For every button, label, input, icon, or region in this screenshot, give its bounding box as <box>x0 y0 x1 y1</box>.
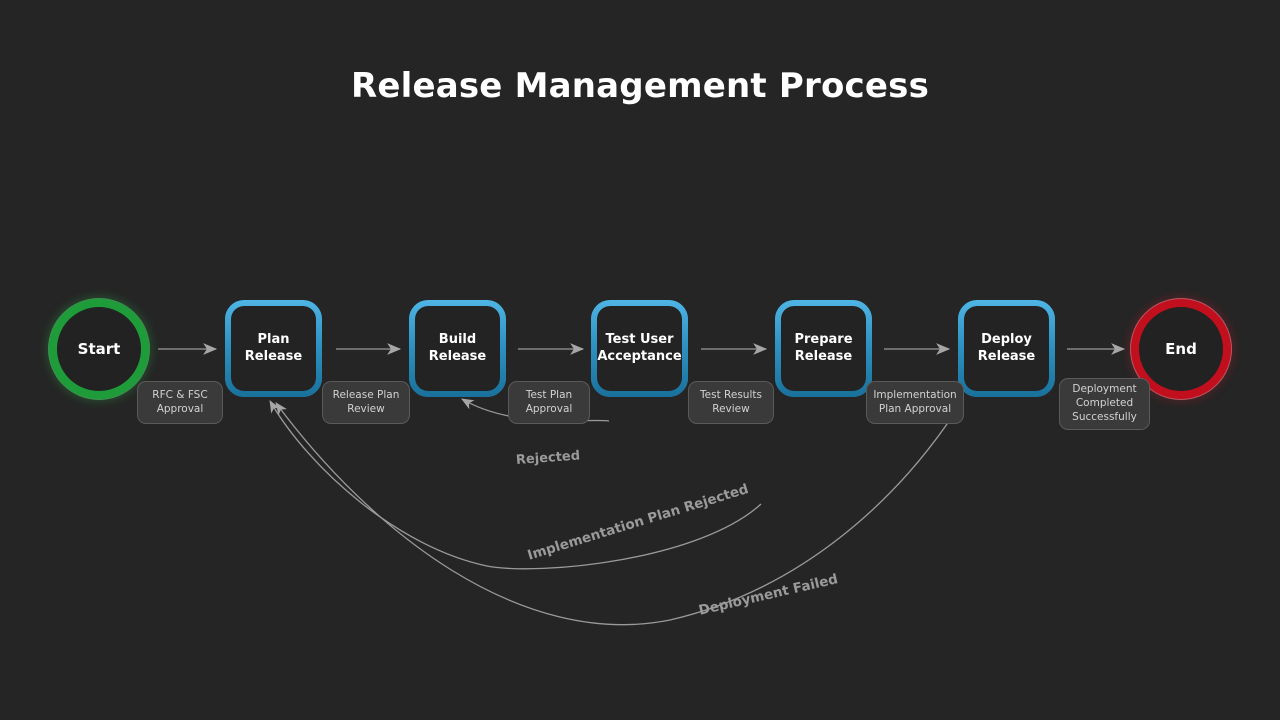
edge-label-test-results-review: Test Results Review <box>688 381 774 424</box>
chip-rfc-line2: Approval <box>156 402 204 415</box>
node-prepare-release[interactable]: Prepare Release <box>775 300 872 397</box>
curve-label-rejected: Rejected <box>515 448 581 468</box>
chip-deployok-line2: Completed <box>1075 397 1134 410</box>
node-build-release-line2: Release <box>428 348 487 364</box>
edge-label-release-plan-review-text: Release Plan Review <box>333 389 400 417</box>
end-node-label: End <box>1165 340 1197 358</box>
edge-deployment-failed <box>275 399 964 626</box>
edge-label-implementation-plan-approval: Implementation Plan Approval <box>866 381 964 424</box>
chip-testres-line2: Review <box>712 402 750 415</box>
edge-label-test-plan-approval: Test Plan Approval <box>508 381 590 424</box>
node-test-user-acceptance[interactable]: Test User Acceptance <box>591 300 688 397</box>
node-deploy-line2: Release <box>977 348 1036 364</box>
chip-rfc-line1: RFC & FSC <box>152 388 208 401</box>
edge-label-release-plan-review: Release Plan Review <box>322 381 410 424</box>
start-node-label: Start <box>77 340 121 358</box>
chip-implplan-line1: Implementation <box>873 388 957 401</box>
edge-label-deployment-completed-successfully-text: Deployment Completed Successfully <box>1072 383 1137 425</box>
node-prepare-line1: Prepare <box>794 331 853 347</box>
diagram-canvas: Release Management Process Start End Pla… <box>0 0 1280 720</box>
node-prepare-line2: Release <box>794 348 853 364</box>
start-node[interactable]: Start <box>49 299 149 399</box>
node-build-release-label: Build Release <box>429 332 486 366</box>
edge-label-deployment-completed-successfully: Deployment Completed Successfully <box>1059 378 1150 430</box>
node-test-user-acceptance-label: Test User Acceptance <box>597 332 681 366</box>
node-plan-release-line1: Plan Release <box>244 331 303 364</box>
node-deploy-line1: Deploy <box>981 331 1032 347</box>
edge-label-rfc-fsc-approval-text: RFC & FSC Approval <box>152 389 207 417</box>
edge-implementation-plan-rejected <box>269 400 762 570</box>
chip-testplan-line2: Approval <box>525 402 573 415</box>
chip-implplan-line2: Plan Approval <box>878 402 952 415</box>
node-deploy-release[interactable]: Deploy Release <box>958 300 1055 397</box>
curve-label-implementation-plan-rejected: Implementation Plan Rejected <box>525 481 751 564</box>
page-title: Release Management Process <box>350 66 930 106</box>
chip-testres-line1: Test Results <box>700 388 762 401</box>
edge-label-test-plan-approval-text: Test Plan Approval <box>526 389 573 417</box>
node-test-line2: Acceptance <box>597 348 682 364</box>
chip-deployok-line3: Successfully <box>1072 410 1137 423</box>
chip-testplan-line1: Test Plan <box>525 388 573 401</box>
chip-deployok-line1: Deployment <box>1072 383 1137 396</box>
edge-label-implementation-plan-approval-text: Implementation Plan Approval <box>873 389 956 417</box>
node-plan-release[interactable]: Plan Release <box>225 300 322 397</box>
node-prepare-release-label: Prepare Release <box>794 332 852 366</box>
chip-planrev-line1: Release Plan <box>332 388 400 401</box>
chip-planrev-line2: Review <box>347 402 385 415</box>
node-test-line1: Test User <box>605 331 674 347</box>
curve-label-deployment-failed: Deployment Failed <box>697 571 840 619</box>
edge-label-test-results-review-text: Test Results Review <box>700 389 762 417</box>
node-build-release[interactable]: Build Release <box>409 300 506 397</box>
edge-label-rfc-fsc-approval: RFC & FSC Approval <box>137 381 223 424</box>
node-deploy-release-label: Deploy Release <box>978 332 1035 366</box>
node-plan-release-label: Plan Release <box>231 332 316 366</box>
node-build-release-line1: Build <box>438 331 477 347</box>
